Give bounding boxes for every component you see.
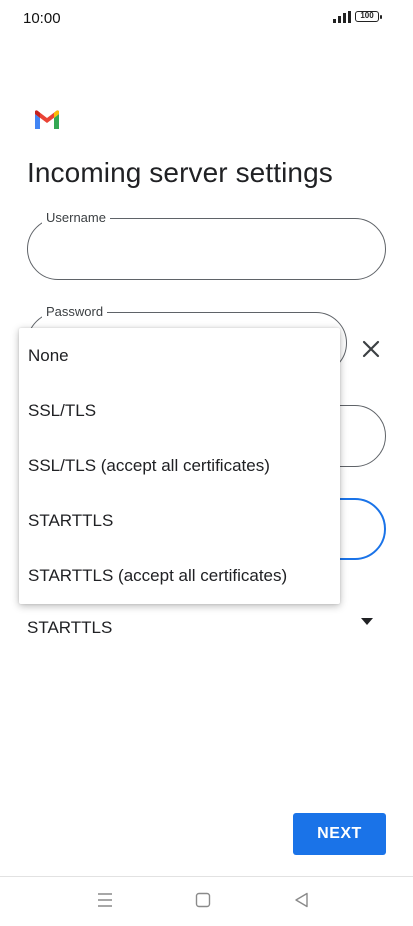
next-button[interactable]: NEXT: [293, 813, 386, 855]
menu-item-ssl-tls[interactable]: SSL/TLS: [19, 383, 340, 438]
security-type-select[interactable]: STARTTLS: [27, 608, 386, 652]
page-title: Incoming server settings: [27, 157, 333, 188]
username-field[interactable]: Username: [27, 210, 386, 280]
menu-item-ssl-tls-accept-all[interactable]: SSL/TLS (accept all certificates): [19, 438, 340, 493]
security-selected-value: STARTTLS: [27, 618, 113, 637]
menu-item-none[interactable]: None: [19, 328, 340, 383]
gmail-logo-icon: [35, 110, 59, 129]
status-time: 10:00: [23, 10, 61, 27]
triangle-back-icon[interactable]: [292, 890, 312, 910]
signal-icon: [333, 11, 351, 23]
arrow-drop-down-icon[interactable]: [361, 618, 373, 626]
security-dropdown-menu: None SSL/TLS SSL/TLS (accept all certifi…: [19, 328, 340, 604]
square-home-icon[interactable]: [193, 890, 213, 910]
nav-divider: [0, 876, 413, 877]
menu-icon[interactable]: [95, 890, 115, 910]
menu-item-starttls-accept-all[interactable]: STARTTLS (accept all certificates): [19, 548, 340, 603]
status-bar: 10:00 100: [0, 0, 413, 36]
menu-item-starttls[interactable]: STARTTLS: [19, 493, 340, 548]
battery-icon: 100: [355, 11, 382, 22]
password-label: Password: [42, 304, 108, 319]
close-icon[interactable]: [358, 336, 384, 362]
username-label: Username: [42, 210, 110, 225]
